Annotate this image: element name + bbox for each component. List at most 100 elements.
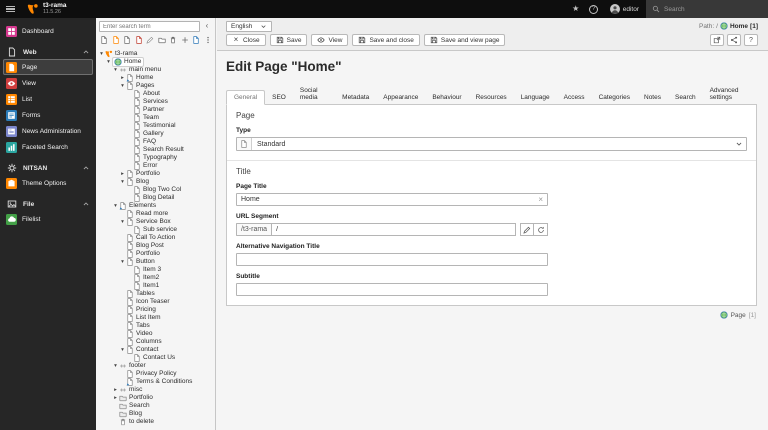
close-button[interactable]: ×Close — [226, 34, 266, 46]
sidebar-item-forms[interactable]: Forms — [3, 107, 93, 123]
new-page-icon[interactable] — [100, 36, 108, 45]
global-search[interactable]: Search — [646, 0, 768, 18]
sidebar-item-news-administration[interactable]: News Administration — [3, 123, 93, 139]
tab-search[interactable]: Search — [668, 91, 703, 104]
help-button[interactable]: ? — [744, 34, 758, 46]
sidebar-item-page[interactable]: Page — [3, 59, 93, 75]
tree-node-team[interactable]: Team — [96, 114, 215, 122]
tree-expander-icon[interactable]: ▾ — [112, 66, 119, 74]
tree-node-video[interactable]: Video — [96, 330, 215, 338]
tree-expander-icon[interactable]: ▾ — [119, 178, 126, 186]
tab-appearance[interactable]: Appearance — [376, 91, 425, 104]
tree-expander-icon[interactable]: ▸ — [119, 170, 126, 178]
tree-node-privacy-policy[interactable]: Privacy Policy — [96, 370, 215, 378]
sidebar-item-theme-options[interactable]: Theme Options — [3, 175, 93, 191]
tree-node-home[interactable]: ▸Home — [96, 74, 215, 82]
tree-node-faq[interactable]: FAQ — [96, 138, 215, 146]
subtitle-input[interactable] — [241, 286, 543, 293]
sidebar-item-faceted-search[interactable]: Faceted Search — [3, 139, 93, 155]
sidebar-item-list[interactable]: List — [3, 91, 93, 107]
tree-expander-icon[interactable]: ▾ — [119, 258, 126, 266]
edit-icon[interactable] — [146, 36, 154, 45]
url-toggle-edit-button[interactable] — [520, 223, 534, 236]
tree-node-item2[interactable]: Item2 — [96, 274, 215, 282]
module-group-file[interactable]: File — [3, 197, 93, 211]
page-title-input[interactable] — [241, 196, 535, 203]
tree-node-service-box[interactable]: ▾Service Box — [96, 218, 215, 226]
more-icon[interactable] — [204, 36, 212, 45]
tab-language[interactable]: Language — [514, 91, 557, 104]
sidebar-item-view[interactable]: View — [3, 75, 93, 91]
tree-expander-icon[interactable]: ▾ — [119, 218, 126, 226]
tree-node-search-result[interactable]: Search Result — [96, 146, 215, 154]
tree-node-gallery[interactable]: Gallery — [96, 130, 215, 138]
sidebar-item-dashboard[interactable]: Dashboard — [3, 23, 93, 39]
module-group-web[interactable]: Web — [3, 45, 93, 59]
tab-advanced-settings[interactable]: Advanced settings — [703, 84, 757, 104]
view-button[interactable]: View — [311, 34, 348, 46]
tree-node-partner[interactable]: Partner — [96, 106, 215, 114]
tree-expander-icon[interactable]: ▸ — [119, 74, 126, 82]
tree-node-columns[interactable]: Columns — [96, 338, 215, 346]
sidebar-item-filelist[interactable]: Filelist — [3, 211, 93, 227]
tree-node-search[interactable]: Search — [96, 402, 215, 410]
tree-node-call-to-action[interactable]: Call To Action — [96, 234, 215, 242]
tree-node-contact-us[interactable]: Contact Us — [96, 354, 215, 362]
info-doc-icon[interactable] — [192, 36, 200, 45]
tree-node-item1[interactable]: Item1 — [96, 282, 215, 290]
tree-node-misc[interactable]: ▸misc — [96, 386, 215, 394]
new-mount-icon[interactable] — [123, 36, 131, 45]
help-button[interactable]: ? — [585, 0, 603, 18]
tab-resources[interactable]: Resources — [469, 91, 514, 104]
save-and-close-button[interactable]: Save and close — [352, 34, 419, 46]
tree-node-portfolio[interactable]: ▸Portfolio — [96, 394, 215, 402]
collapse-tree-icon[interactable]: ‹ — [202, 21, 212, 32]
menu-toggle-icon[interactable] — [0, 0, 21, 18]
new-folder-icon[interactable] — [158, 36, 166, 45]
tree-search-input[interactable] — [99, 21, 200, 32]
tab-categories[interactable]: Categories — [592, 91, 637, 104]
delete-icon[interactable] — [169, 36, 177, 45]
tree-expander-icon[interactable]: ▾ — [98, 50, 105, 58]
tree-node-footer[interactable]: ▾footer — [96, 362, 215, 370]
tree-node-home[interactable]: ▾Home — [96, 58, 215, 66]
tree-node-blog-two-col[interactable]: Blog Two Col — [96, 186, 215, 194]
tree-node-to-delete[interactable]: to delete — [96, 418, 215, 426]
tree-node-portfolio[interactable]: ▸Portfolio — [96, 170, 215, 178]
tab-behaviour[interactable]: Behaviour — [425, 91, 468, 104]
tree-node-portfolio[interactable]: Portfolio — [96, 250, 215, 258]
tree-node-pages[interactable]: ▾Pages — [96, 82, 215, 90]
tree-expander-icon[interactable]: ▾ — [112, 362, 119, 370]
tree-node-elements[interactable]: ▾Elements — [96, 202, 215, 210]
tree-node-read-more[interactable]: Read more — [96, 210, 215, 218]
tree-node-services[interactable]: Services — [96, 98, 215, 106]
open-new-window-button[interactable] — [710, 34, 724, 46]
url-segment-input[interactable] — [276, 226, 511, 233]
tree-expander-icon[interactable]: ▾ — [112, 202, 119, 210]
tree-node-terms-conditions[interactable]: Terms & Conditions — [96, 378, 215, 386]
expand-icon[interactable] — [181, 36, 189, 45]
tab-seo[interactable]: SEO — [265, 91, 293, 104]
tree-expander-icon[interactable]: ▾ — [119, 346, 126, 354]
tree-node-error[interactable]: Error — [96, 162, 215, 170]
tree-node-pricing[interactable]: Pricing — [96, 306, 215, 314]
save-button[interactable]: Save — [270, 34, 308, 46]
page-type-select[interactable]: Standard — [236, 137, 747, 151]
alt-nav-title-input[interactable] — [241, 256, 543, 263]
tree-node-tables[interactable]: Tables — [96, 290, 215, 298]
share-button[interactable] — [727, 34, 741, 46]
typo3-brand[interactable]: t3-rama 11.5.26 — [21, 0, 72, 18]
save-and-view-page-button[interactable]: Save and view page — [424, 34, 506, 46]
tree-expander-icon[interactable]: ▾ — [119, 82, 126, 90]
tree-node-tabs[interactable]: Tabs — [96, 322, 215, 330]
tab-social-media[interactable]: Social media — [293, 84, 335, 104]
tab-metadata[interactable]: Metadata — [335, 91, 376, 104]
tree-node-blog[interactable]: ▾Blog — [96, 178, 215, 186]
tab-general[interactable]: General — [226, 90, 265, 105]
tree-node-blog-post[interactable]: Blog Post — [96, 242, 215, 250]
tree-node-contact[interactable]: ▾Contact — [96, 346, 215, 354]
bookmarks-button[interactable]: ★ — [567, 0, 585, 18]
recycler-icon[interactable] — [135, 36, 143, 45]
module-group-nitsan[interactable]: NITSAN — [3, 161, 93, 175]
tree-node-blog-detail[interactable]: Blog Detail — [96, 194, 215, 202]
